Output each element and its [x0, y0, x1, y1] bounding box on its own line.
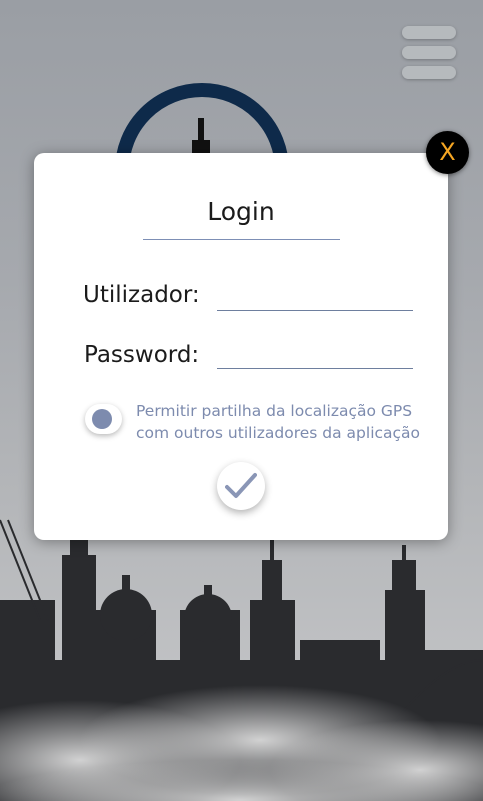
close-icon: X: [439, 138, 456, 166]
menu-bar: [402, 66, 456, 79]
gps-label-line-1: Permitir partilha da localização GPS: [136, 402, 413, 420]
password-field[interactable]: [217, 346, 413, 369]
hamburger-menu-icon[interactable]: [402, 26, 456, 80]
menu-bar: [402, 46, 456, 59]
gps-sharing-label: Permitir partilha da localização GPS com…: [136, 400, 436, 444]
confirm-button[interactable]: [217, 462, 265, 510]
menu-bar: [402, 26, 456, 39]
title-underline: [143, 239, 340, 240]
password-label: Password:: [84, 342, 200, 368]
checkmark-icon: [225, 473, 257, 498]
close-button[interactable]: X: [426, 131, 469, 174]
gps-sharing-toggle[interactable]: [85, 404, 122, 434]
username-field[interactable]: [217, 288, 413, 311]
gps-label-line-2: com outros utilizadores da aplicação: [136, 424, 421, 442]
toggle-knob: [92, 409, 112, 429]
dialog-title: Login: [207, 197, 275, 226]
login-dialog: Login Utilizador: Password: Permitir par…: [34, 153, 448, 540]
username-label: Utilizador:: [83, 282, 200, 308]
